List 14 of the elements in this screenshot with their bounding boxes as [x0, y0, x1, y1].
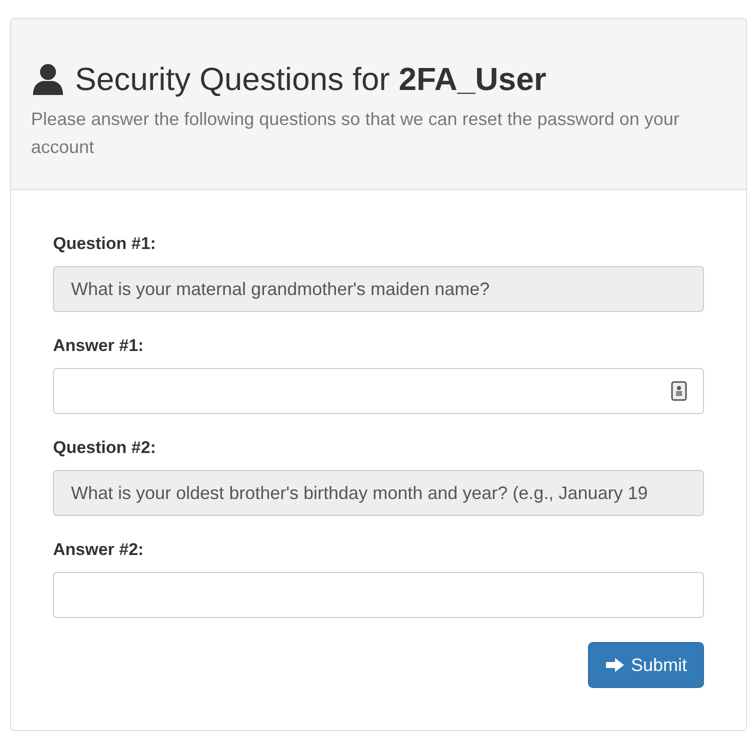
field-label: Question #2:: [53, 437, 157, 459]
autofill-icon[interactable]: [671, 381, 687, 401]
field-label: Answer #2:: [53, 539, 145, 561]
instructions-text: Please answer the following questions so that we can reset the password on your account: [31, 108, 680, 159]
arrow-icon: [604, 657, 625, 673]
field-label: Answer #1:: [53, 335, 145, 357]
field-label: Question #1:: [53, 233, 157, 255]
answer-field[interactable]: [53, 572, 704, 618]
answer-field[interactable]: [53, 368, 704, 414]
page-title: Security Questions for 2FA_User: [75, 60, 546, 99]
question-field: What is your maternal grandmother's maiden name?: [53, 266, 704, 312]
question-field: What is your oldest brother's birthday month and year? (e.g., January 19: [53, 470, 704, 516]
submit-button[interactable]: Submit: [588, 642, 704, 688]
user-icon: [31, 62, 65, 96]
